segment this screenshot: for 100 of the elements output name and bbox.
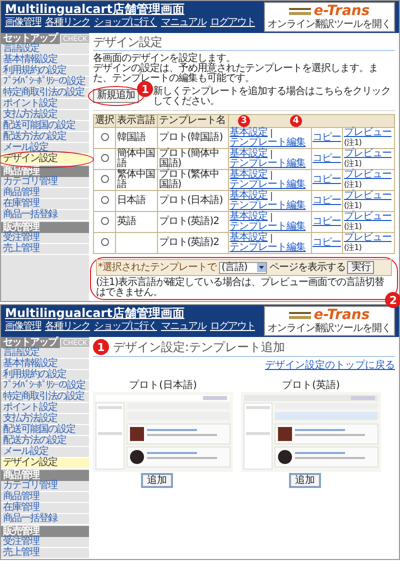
section-title: 販売管理 xyxy=(3,222,39,233)
sidebar-item[interactable]: 商品一括登録 xyxy=(1,514,89,525)
sidebar-item[interactable]: 受注管理 xyxy=(1,233,89,244)
footer-label: ページを表示する xyxy=(269,262,346,272)
sidebar-item[interactable]: カテゴリ管理 xyxy=(1,177,89,188)
description-text: 各画面のデザインを設定します。 xyxy=(93,54,236,64)
sidebar-item[interactable]: 受注管理 xyxy=(1,537,89,548)
language-select[interactable]: (言語) xyxy=(218,262,268,274)
column-header: 選択 xyxy=(94,114,116,128)
radio-button[interactable] xyxy=(100,238,108,246)
sidebar-item[interactable]: 配送方法の設定 xyxy=(1,436,89,447)
sidebar-item[interactable]: ﾌﾟﾗｲﾊﾞｼｰﾎﾟﾘｼｰの設定 xyxy=(1,381,89,392)
add-button[interactable]: 追加 xyxy=(141,473,173,488)
radio-button[interactable] xyxy=(100,196,108,204)
table-cell: プロト(日本語) xyxy=(158,195,223,206)
settings-link[interactable]: 基本設定 xyxy=(230,233,268,243)
sidebar-item[interactable]: 配送可能国の設定 xyxy=(1,121,89,132)
nav-link[interactable]: マニュアル xyxy=(161,321,206,333)
template-name: プロト(英語) xyxy=(282,380,340,391)
page-title: デザイン設定:テンプレート追加 xyxy=(113,340,286,354)
table-cell: プロト(簡体中国語) xyxy=(158,148,220,169)
sidebar-item[interactable]: 言語設定 xyxy=(1,44,89,55)
sidebar-item[interactable]: 特定商取引法の設定 xyxy=(1,88,89,99)
sidebar-item[interactable]: ポイント設定 xyxy=(1,99,89,110)
sidebar-item[interactable]: 基本情報設定 xyxy=(1,359,89,370)
settings-link[interactable]: 基本設定 xyxy=(230,170,268,180)
settings-link[interactable]: 基本設定 xyxy=(230,212,268,222)
app-title: Multilingualcart店舗管理画面 xyxy=(5,2,186,16)
run-button[interactable]: 実行 xyxy=(347,261,374,274)
brand-mark-icon xyxy=(288,8,311,15)
section-title: 商品管理 xyxy=(3,470,39,481)
table-cell: プロト(繁体中国語) xyxy=(158,169,220,190)
sidebar-item[interactable]: 商品管理 xyxy=(1,492,89,503)
sidebar-item[interactable]: 売上管理 xyxy=(1,244,89,255)
callout-number: 2 xyxy=(385,292,400,308)
nav-link[interactable]: ショップに行く xyxy=(94,321,157,333)
preview-link[interactable]: プレビュー xyxy=(344,212,392,222)
note-mark: (注1) xyxy=(344,222,362,232)
sidebar-item[interactable]: 商品一括登録 xyxy=(1,210,89,221)
sidebar-item[interactable]: 商品管理 xyxy=(1,188,89,199)
preview-link[interactable]: プレビュー xyxy=(344,170,392,180)
radio-button[interactable] xyxy=(100,216,108,224)
nav-link[interactable]: 各種リンク xyxy=(45,321,90,333)
preview-link[interactable]: プレビュー xyxy=(344,149,392,159)
sidebar-item[interactable]: ポイント設定 xyxy=(1,403,89,414)
banner-subtitle: オンライン翻訳ツールを開く xyxy=(268,323,391,334)
sidebar-item[interactable]: デザイン設定 xyxy=(1,458,89,469)
e-trans-logo: e-Trans xyxy=(314,308,370,323)
page-title: デザイン設定 xyxy=(93,35,162,49)
back-link[interactable]: デザイン設定のトップに戻る xyxy=(265,360,395,371)
sidebar-item[interactable]: 配送可能国の設定 xyxy=(1,425,89,436)
new-template-button[interactable]: 新規追加 xyxy=(93,89,139,103)
radio-button[interactable] xyxy=(100,132,108,140)
nav-link[interactable]: マニュアル xyxy=(161,17,206,29)
settings-link[interactable]: 基本設定 xyxy=(230,149,268,159)
settings-link[interactable]: 基本設定 xyxy=(230,191,268,201)
e-trans-logo: e-Trans xyxy=(314,4,370,19)
preview-link[interactable]: プレビュー xyxy=(344,191,392,201)
sidebar-item[interactable]: 支払方法設定 xyxy=(1,110,89,121)
settings-link[interactable]: 基本設定 xyxy=(230,128,268,138)
nav-link[interactable]: ログアウト xyxy=(210,321,255,333)
footer-label: *選択されたテンプレートで xyxy=(98,262,216,272)
column-header: テンプレート名 xyxy=(157,114,228,128)
sidebar-item[interactable]: 配送方法の設定 xyxy=(1,132,89,143)
sidebar-item[interactable]: 在庫管理 xyxy=(1,199,89,210)
nav-link[interactable]: 画像管理 xyxy=(5,321,41,333)
sidebar-item[interactable]: カテゴリ管理 xyxy=(1,481,89,492)
sidebar-item[interactable]: 特定商取引法の設定 xyxy=(1,392,89,403)
sidebar-item[interactable]: 利用規約の設定 xyxy=(1,370,89,381)
radio-button[interactable] xyxy=(100,154,108,162)
sidebar-item[interactable]: 支払方法設定 xyxy=(1,414,89,425)
note-text: (注1)表示言語が確定している場合は、プレビュー画面での言語切替はできません。 xyxy=(96,278,386,298)
table-cell: プロト(韓国語) xyxy=(158,132,223,143)
description-text: デザインの設定は、予め用意されたテンプレートを選択します。また、テンプレートの編集も可能です。 xyxy=(93,64,379,84)
sidebar-item[interactable]: 在庫管理 xyxy=(1,503,89,514)
column-header: 表示言語 xyxy=(116,114,158,128)
note-mark: (注1) xyxy=(344,180,362,190)
e-trans-banner[interactable]: e-Trans オンライン翻訳ツールを開く xyxy=(264,2,395,32)
sidebar-item[interactable]: 売上管理 xyxy=(1,548,89,559)
hint-text: 新しくテンプレートを追加する場合はこちらをクリックしてください。 xyxy=(153,87,392,107)
e-trans-banner[interactable]: e-Trans オンライン翻訳ツールを開く xyxy=(264,306,395,336)
table-cell: プロト(英語)2 xyxy=(158,216,219,227)
add-button[interactable]: 追加 xyxy=(289,473,321,488)
nav-link[interactable]: 画像管理 xyxy=(5,17,41,29)
dropdown-arrow-icon xyxy=(257,263,266,272)
note-mark: (注1) xyxy=(344,243,362,253)
sidebar-item[interactable]: ﾌﾟﾗｲﾊﾞｼｰﾎﾟﾘｼｰの設定 xyxy=(1,77,89,88)
nav-link[interactable]: 各種リンク xyxy=(45,17,90,29)
preview-link[interactable]: プレビュー xyxy=(344,233,392,243)
section-title: セットアップ xyxy=(3,337,57,348)
sidebar-item[interactable]: 利用規約の設定 xyxy=(1,66,89,77)
nav-link[interactable]: ショップに行く xyxy=(94,17,157,29)
radio-button[interactable] xyxy=(100,174,108,182)
nav-link[interactable]: ログアウト xyxy=(210,17,255,29)
section-title: 販売管理 xyxy=(3,526,39,537)
callout-number: 1 xyxy=(137,81,153,97)
table-cell: 英語 xyxy=(117,216,136,227)
sidebar-item[interactable]: 言語設定 xyxy=(1,348,89,359)
sidebar-item[interactable]: 基本情報設定 xyxy=(1,55,89,66)
preview-link[interactable]: プレビュー xyxy=(344,128,392,138)
